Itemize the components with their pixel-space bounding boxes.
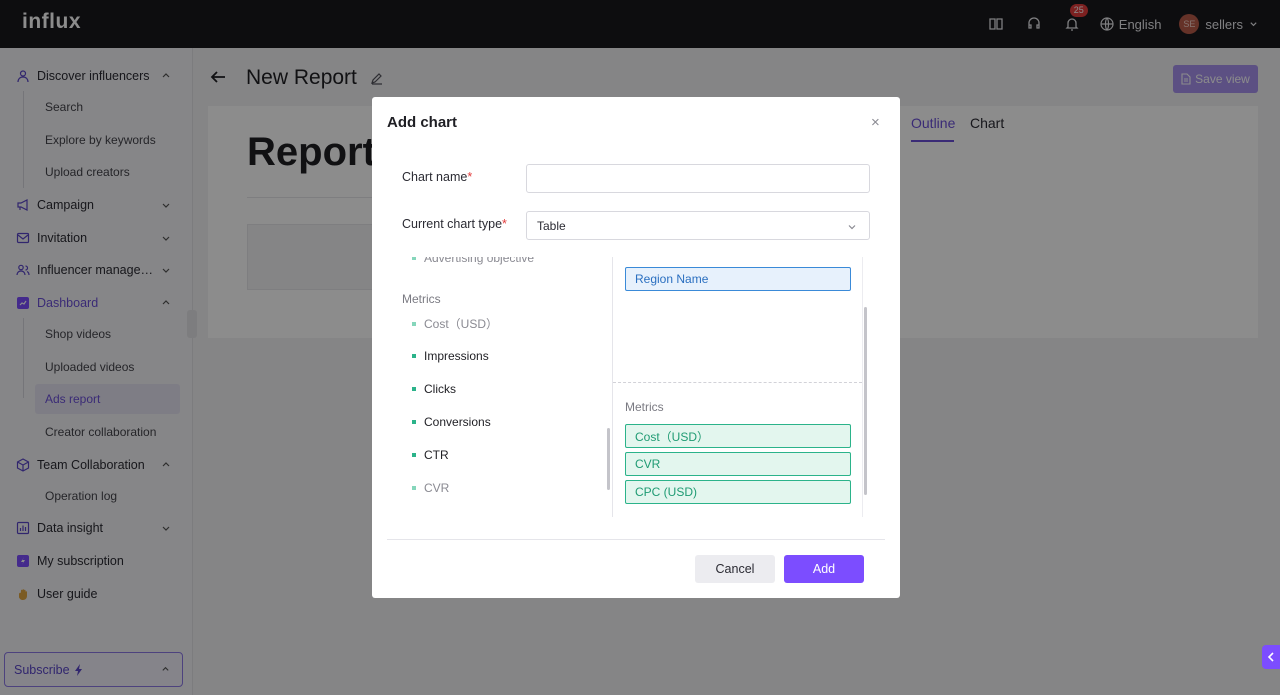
field-advertising-objective[interactable]: Advertising objective xyxy=(402,257,534,265)
field-clicks[interactable]: Clicks xyxy=(402,382,456,396)
add-button[interactable]: Add xyxy=(784,555,864,583)
metrics-section-label: Metrics xyxy=(402,292,441,306)
selected-fields-list: Region Name Metrics Cost（USD） CVR CPC (U… xyxy=(613,257,862,517)
chevron-down-icon xyxy=(848,225,856,230)
metric-chip-cpc-usd[interactable]: CPC (USD) xyxy=(625,480,851,504)
cancel-button[interactable]: Cancel xyxy=(695,555,775,583)
metric-chip-cvr[interactable]: CVR xyxy=(625,452,851,476)
field-cvr[interactable]: CVR xyxy=(402,481,449,495)
chart-type-label: Current chart type* xyxy=(402,217,507,231)
selected-metrics-label: Metrics xyxy=(625,400,664,414)
dimension-chip-region-name[interactable]: Region Name xyxy=(625,267,851,291)
pane-edge xyxy=(862,257,863,517)
field-cost-usd[interactable]: Cost（USD） xyxy=(402,315,498,332)
dialog-footer-divider xyxy=(387,539,885,540)
chart-name-input[interactable] xyxy=(526,164,870,193)
right-scrollbar[interactable] xyxy=(864,307,867,495)
chart-name-label: Chart name* xyxy=(402,170,473,184)
available-fields-list: Advertising objective Metrics Cost（USD） … xyxy=(402,257,612,517)
left-scrollbar[interactable] xyxy=(607,428,610,490)
add-chart-dialog: Add chart × Chart name* Current chart ty… xyxy=(372,97,900,598)
field-conversions[interactable]: Conversions xyxy=(402,415,491,429)
side-panel-toggle[interactable] xyxy=(1262,645,1280,669)
field-impressions[interactable]: Impressions xyxy=(402,349,489,363)
chevron-left-icon xyxy=(1267,652,1274,662)
field-ctr[interactable]: CTR xyxy=(402,448,449,462)
close-icon[interactable]: × xyxy=(871,115,883,130)
chart-type-select[interactable]: Table xyxy=(526,211,870,240)
dialog-title: Add chart xyxy=(387,114,458,131)
dashed-divider xyxy=(613,382,862,383)
metric-chip-cost-usd[interactable]: Cost（USD） xyxy=(625,424,851,448)
